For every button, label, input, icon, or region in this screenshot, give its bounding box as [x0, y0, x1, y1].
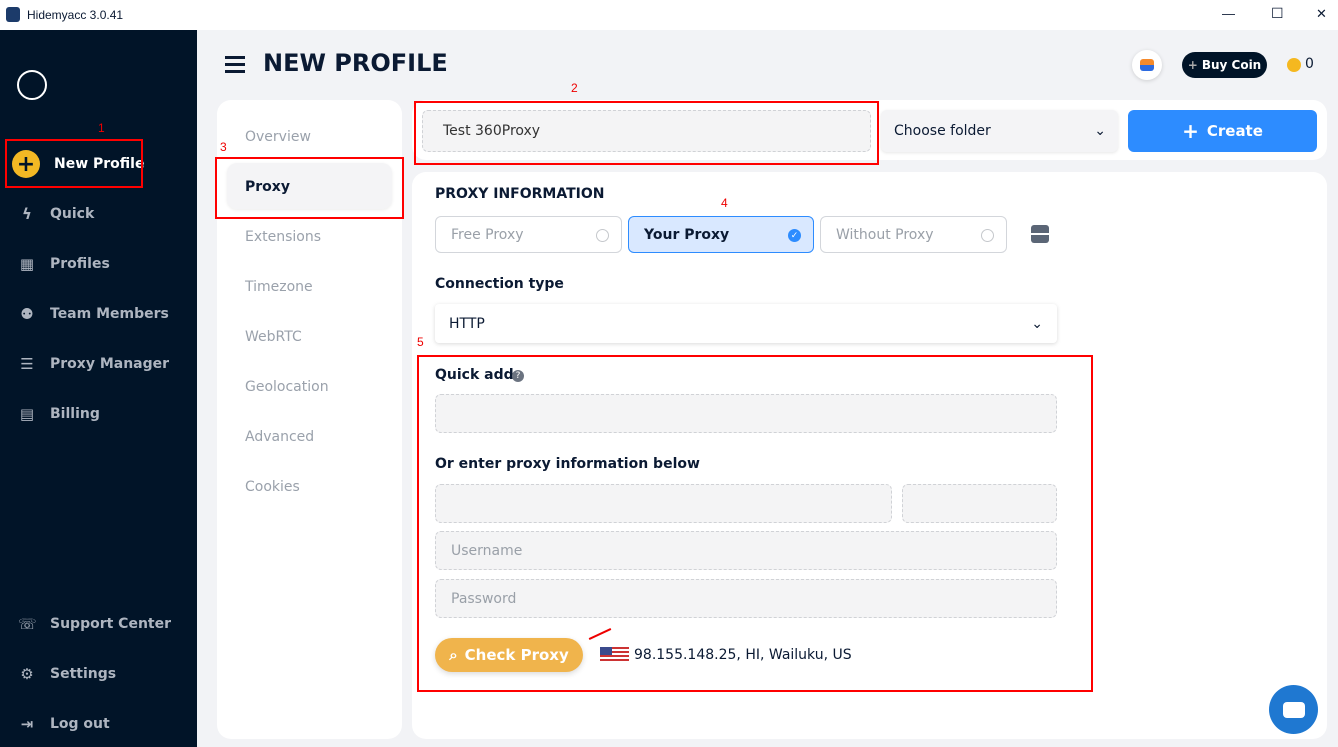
quick-add-label: Quick add	[435, 367, 514, 383]
quick-add-input[interactable]	[435, 394, 1057, 433]
radio-icon	[596, 229, 609, 242]
window-title: Hidemyacc 3.0.41	[27, 8, 124, 22]
sidebar-item-label: Quick	[50, 206, 95, 222]
sidebar-item-team-members[interactable]: ⚉ Team Members	[18, 305, 169, 323]
annotation-box-1	[5, 139, 143, 188]
annotation-box-2	[414, 101, 879, 165]
plus-icon: +	[1187, 58, 1198, 72]
sidebar-item-support-center[interactable]: ☏ Support Center	[18, 615, 171, 633]
buy-coin-label: Buy Coin	[1201, 58, 1262, 72]
support-icon: ☏	[18, 615, 37, 633]
check-circle-icon: ✓	[788, 229, 801, 242]
annotation-box-3	[215, 157, 404, 219]
create-label: Create	[1206, 122, 1263, 140]
option-label: Your Proxy	[644, 226, 730, 243]
us-flag-icon	[600, 647, 629, 662]
receipt-icon: ▤	[19, 405, 35, 423]
section-title: PROXY INFORMATION	[435, 186, 605, 202]
password-input[interactable]: Password	[435, 579, 1057, 618]
option-label: Free Proxy	[451, 226, 524, 243]
tab-advanced[interactable]: Advanced	[245, 429, 314, 445]
sidebar-item-billing[interactable]: ▤ Billing	[18, 405, 100, 423]
search-icon: ⌕	[449, 646, 458, 664]
annotation-label: 3	[220, 140, 227, 154]
check-proxy-button[interactable]: ⌕ Check Proxy	[435, 638, 583, 672]
tab-cookies[interactable]: Cookies	[245, 479, 300, 495]
grid-icon: ▦	[19, 255, 35, 273]
annotation-label: 1	[98, 121, 105, 135]
sidebar: + New Profile ϟ Quick ▦ Profiles ⚉ Team Mem…	[0, 30, 197, 747]
folder-select-value: Choose folder	[894, 123, 991, 139]
page-title: NEW PROFILE	[263, 49, 448, 77]
sidebar-item-label: Billing	[50, 406, 100, 422]
proxy-option-without[interactable]: Without Proxy	[820, 216, 1007, 253]
chevron-down-icon: ⌄	[1031, 315, 1043, 332]
sidebar-item-quick[interactable]: ϟ Quick	[18, 205, 94, 223]
proxy-option-free[interactable]: Free Proxy	[435, 216, 622, 253]
sidebar-item-log-out[interactable]: ⇥ Log out	[18, 715, 110, 733]
annotation-label: 4	[721, 196, 728, 210]
sidebar-item-label: Proxy Manager	[50, 356, 170, 372]
proxy-check-result: 98.155.148.25, HI, Wailuku, US	[634, 647, 852, 663]
tab-geolocation[interactable]: Geolocation	[245, 379, 329, 395]
menu-icon[interactable]	[225, 56, 245, 73]
check-proxy-label: Check Proxy	[464, 646, 569, 664]
coin-icon	[1287, 58, 1301, 72]
sidebar-item-label: Settings	[50, 666, 117, 682]
sidebar-item-label: Team Members	[50, 306, 169, 322]
manual-proxy-label: Or enter proxy information below	[435, 456, 700, 472]
username-input[interactable]: Username	[435, 531, 1057, 570]
sidebar-item-settings[interactable]: ⚙ Settings	[18, 665, 116, 683]
help-icon[interactable]: ?	[512, 370, 524, 382]
buy-coin-button[interactable]: + Buy Coin	[1182, 52, 1267, 78]
option-label: Without Proxy	[836, 226, 934, 243]
annotation-label: 2	[571, 81, 578, 95]
annotation-label: 5	[417, 335, 424, 349]
proxy-list-icon[interactable]	[1031, 225, 1049, 243]
server-icon: ☰	[20, 355, 34, 373]
team-icon: ⚉	[20, 305, 34, 323]
connection-type-value: HTTP	[449, 315, 485, 332]
sidebar-item-proxy-manager[interactable]: ☰ Proxy Manager	[18, 355, 169, 373]
chat-icon	[1282, 701, 1305, 718]
app-logo-icon	[6, 7, 20, 22]
store-icon[interactable]	[1132, 50, 1162, 80]
gear-icon: ⚙	[20, 665, 34, 683]
radio-icon	[981, 229, 994, 242]
sidebar-item-label: Support Center	[50, 616, 172, 632]
account-icon[interactable]	[17, 70, 47, 100]
port-input[interactable]	[902, 484, 1057, 523]
folder-select[interactable]: Choose folder ⌄	[881, 110, 1118, 152]
sidebar-item-label: Profiles	[50, 256, 110, 272]
logout-icon: ⇥	[20, 715, 34, 733]
tab-extensions[interactable]: Extensions	[245, 229, 321, 245]
close-button[interactable]: ✕	[1316, 6, 1327, 22]
sidebar-item-profiles[interactable]: ▦ Profiles	[18, 255, 110, 273]
chat-button[interactable]	[1269, 685, 1318, 734]
proxy-option-your[interactable]: Your Proxy ✓	[628, 216, 814, 253]
chevron-down-icon: ⌄	[1094, 123, 1106, 139]
sidebar-item-label: Log out	[50, 716, 110, 732]
minimize-button[interactable]: —	[1222, 6, 1235, 21]
host-input[interactable]	[435, 484, 892, 523]
coin-count: 0	[1305, 56, 1314, 72]
connection-type-select[interactable]: HTTP ⌄	[435, 304, 1057, 343]
title-bar: Hidemyacc 3.0.41 — ☐ ✕	[0, 0, 1338, 30]
connection-type-label: Connection type	[435, 276, 564, 292]
plus-icon: +	[1182, 119, 1199, 143]
bolt-icon: ϟ	[22, 205, 32, 223]
maximize-button[interactable]: ☐	[1271, 5, 1284, 22]
tab-overview[interactable]: Overview	[245, 129, 311, 145]
tab-webrtc[interactable]: WebRTC	[245, 329, 302, 345]
tab-timezone[interactable]: Timezone	[245, 279, 313, 295]
create-button[interactable]: + Create	[1128, 110, 1317, 152]
